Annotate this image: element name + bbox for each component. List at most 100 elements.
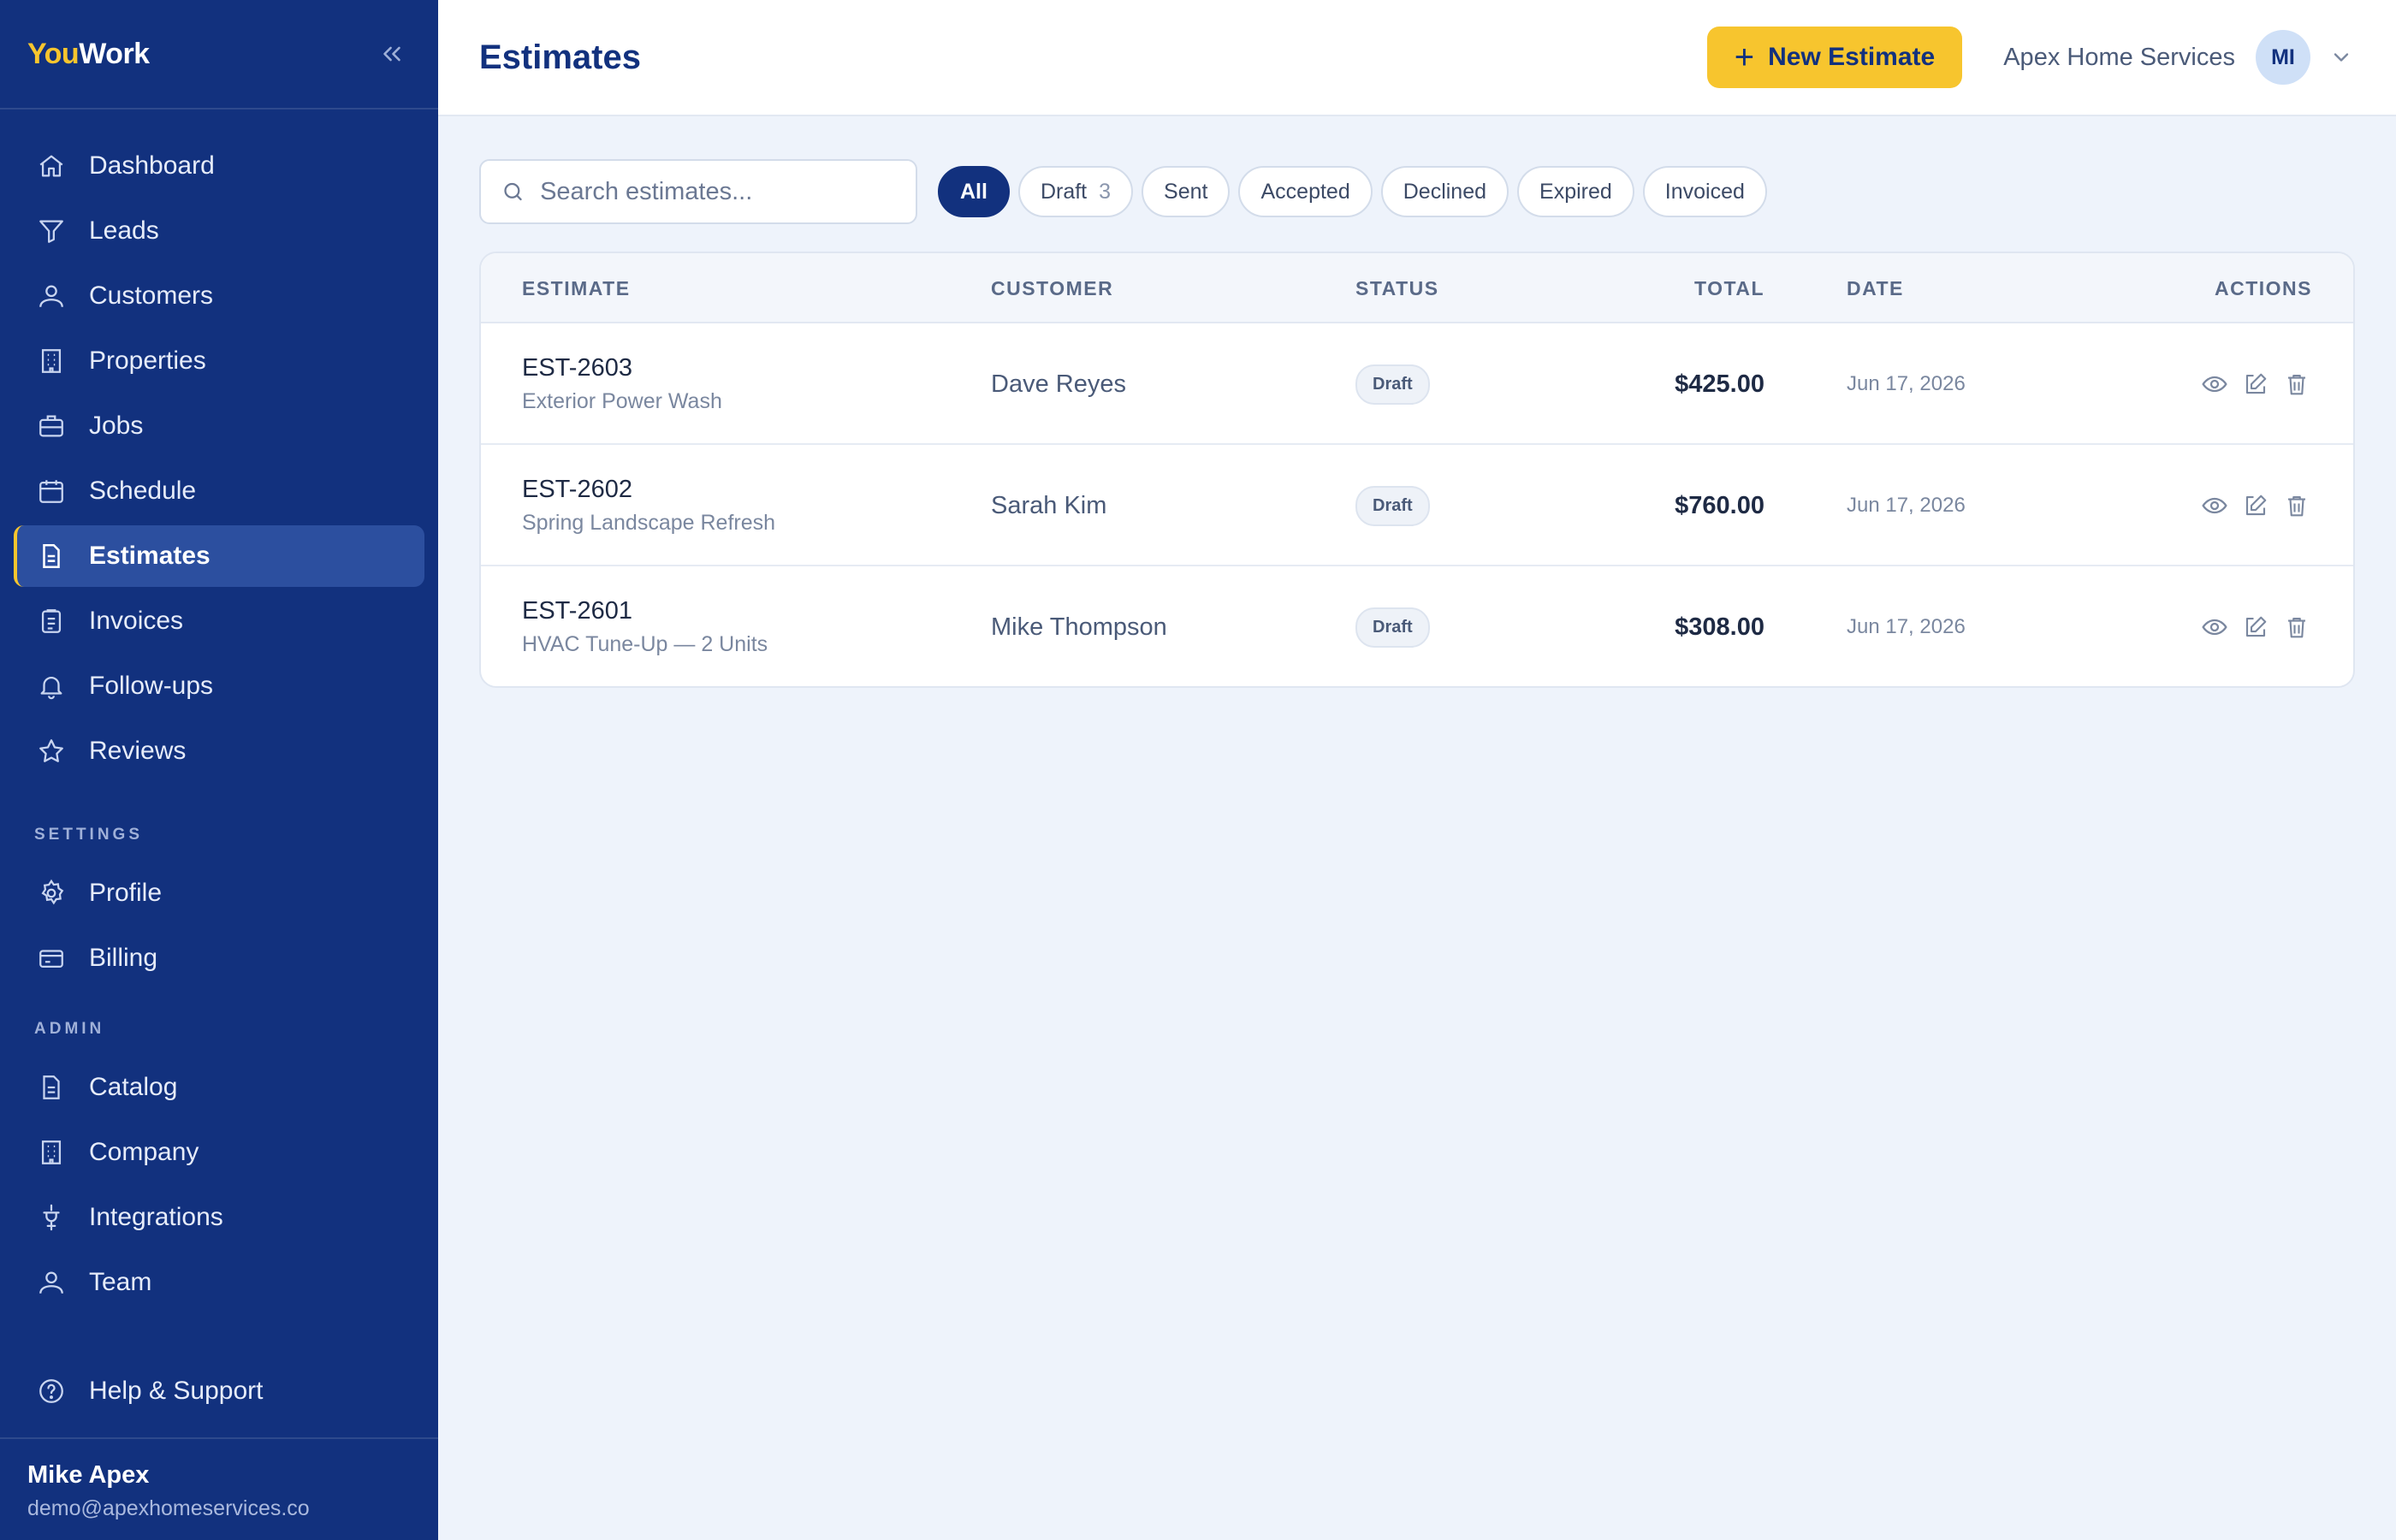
delete-button[interactable] (2281, 490, 2312, 521)
sidebar-item-dashboard[interactable]: Dashboard (14, 135, 424, 197)
estimates-toolbar: All Draft 3 Sent Accepted Declined Expire… (479, 159, 1776, 224)
status-badge: Draft (1355, 485, 1430, 526)
column-header-total[interactable]: TOTAL (1694, 253, 1764, 323)
filter-chip-invoiced[interactable]: Invoiced (1642, 166, 1767, 217)
table-row[interactable]: EST-2602 Spring Landscape Refresh Sarah K… (481, 445, 2353, 566)
filter-chip-draft[interactable]: Draft 3 (1017, 166, 1134, 217)
filter-chip-declined[interactable]: Declined (1380, 166, 1509, 217)
document-icon (34, 539, 68, 573)
estimate-date: Jun 17, 2026 (1847, 494, 1966, 517)
filter-chip-count: 3 (1099, 179, 1112, 204)
sidebar-item-profile[interactable]: Profile (14, 862, 424, 924)
trash-icon (2288, 495, 2305, 517)
trash-icon (2288, 374, 2305, 395)
delete-button[interactable] (2281, 612, 2312, 643)
sidebar-item-integrations[interactable]: Integrations (14, 1187, 424, 1248)
sidebar-item-estimates[interactable]: Estimates (14, 525, 424, 587)
table-header: ESTIMATE CUSTOMER STATUS TOTAL DATE ACTI… (481, 253, 2353, 323)
sidebar-item-team[interactable]: Team (14, 1252, 424, 1313)
eye-icon (2202, 619, 2227, 636)
double-chevron-left-icon (383, 46, 400, 62)
home-icon (34, 149, 68, 183)
filter-chip-expired[interactable]: Expired (1517, 166, 1634, 217)
pencil-square-icon (2245, 373, 2267, 394)
sidebar-item-customers[interactable]: Customers (14, 265, 424, 327)
chevron-down-icon (2334, 53, 2349, 62)
estimate-total: $308.00 (1675, 613, 1764, 641)
account-menu-toggle[interactable] (2328, 44, 2355, 71)
user-icon (34, 1265, 68, 1300)
estimate-total: $760.00 (1675, 491, 1764, 519)
new-estimate-label: New Estimate (1768, 43, 1936, 71)
table-row[interactable]: EST-2601 HVAC Tune-Up — 2 Units Mike Thom… (481, 566, 2353, 686)
delete-button[interactable] (2281, 369, 2312, 400)
user-name: Mike Apex (27, 1461, 150, 1489)
sidebar-item-leads[interactable]: Leads (14, 200, 424, 262)
sidebar-item-label: Leads (89, 216, 159, 245)
brand-row: YouWork (0, 0, 438, 110)
status-badge: Draft (1355, 607, 1430, 648)
plus-icon: + (1734, 38, 1755, 76)
new-estimate-button[interactable]: + New Estimate (1706, 27, 1963, 88)
estimate-date: Jun 17, 2026 (1847, 615, 1966, 638)
current-user[interactable]: Mike Apex demo@apexhomeservices.co (0, 1437, 438, 1540)
search-box[interactable] (479, 159, 917, 224)
estimates-table: ESTIMATE CUSTOMER STATUS TOTAL DATE ACTI… (479, 252, 2355, 688)
top-header: Estimates + New Estimate Apex Home Servi… (438, 0, 2396, 116)
edit-button[interactable] (2240, 612, 2271, 643)
avatar[interactable]: MI (2256, 30, 2310, 85)
sidebar-item-jobs[interactable]: Jobs (14, 395, 424, 457)
section-label-admin: ADMIN (34, 1020, 105, 1038)
sidebar-item-label: Catalog (89, 1073, 178, 1101)
sidebar-item-label: Invoices (89, 607, 184, 635)
document-icon (34, 1070, 68, 1105)
sidebar-item-label: Help & Support (89, 1377, 264, 1405)
filter-chip-all[interactable]: All (938, 166, 1010, 217)
estimate-description: Exterior Power Wash (522, 389, 722, 413)
filter-chip-sent[interactable]: Sent (1142, 166, 1231, 217)
edit-button[interactable] (2240, 490, 2271, 521)
sidebar-item-label: Company (89, 1138, 199, 1166)
filter-chip-label: Draft (1040, 179, 1088, 204)
view-button[interactable] (2199, 490, 2230, 521)
sidebar-item-label: Customers (89, 281, 214, 310)
table-row[interactable]: EST-2603 Exterior Power Wash Dave Reyes D… (481, 323, 2353, 445)
edit-button[interactable] (2240, 369, 2271, 400)
company-name[interactable]: Apex Home Services (2003, 44, 2235, 72)
column-header-customer[interactable]: CUSTOMER (991, 253, 1113, 323)
sidebar-item-schedule[interactable]: Schedule (14, 460, 424, 522)
sidebar-item-company[interactable]: Company (14, 1122, 424, 1183)
estimate-number[interactable]: EST-2602 (522, 476, 775, 504)
estimate-number[interactable]: EST-2601 (522, 597, 768, 625)
sidebar-item-properties[interactable]: Properties (14, 330, 424, 392)
view-button[interactable] (2199, 612, 2230, 643)
sidebar-item-invoices[interactable]: Invoices (14, 590, 424, 652)
sidebar-item-follow-ups[interactable]: Follow-ups (14, 655, 424, 717)
user-email: demo@apexhomeservices.co (27, 1496, 310, 1520)
sidebar-item-catalog[interactable]: Catalog (14, 1057, 424, 1118)
column-header-actions: ACTIONS (2215, 276, 2312, 299)
estimate-number[interactable]: EST-2603 (522, 354, 722, 382)
filter-chip-accepted[interactable]: Accepted (1238, 166, 1373, 217)
column-header-status[interactable]: STATUS (1355, 253, 1439, 323)
logo-part-you: You (27, 37, 80, 70)
sidebar-item-label: Properties (89, 346, 206, 375)
briefcase-icon (34, 409, 68, 443)
sidebar-item-billing[interactable]: Billing (14, 927, 424, 989)
sidebar-item-reviews[interactable]: Reviews (14, 720, 424, 782)
settings-nav: SETTINGS Profile Billing (14, 818, 424, 992)
sidebar-item-label: Estimates (89, 542, 211, 570)
status-badge: Draft (1355, 364, 1430, 405)
column-header-date[interactable]: DATE (1847, 253, 1904, 323)
sidebar-item-help-support[interactable]: Help & Support (14, 1360, 424, 1422)
logo[interactable]: YouWork (27, 38, 150, 71)
sidebar-item-label: Team (89, 1268, 152, 1296)
search-input[interactable] (540, 177, 895, 206)
funnel-icon (34, 214, 68, 248)
column-header-estimate[interactable]: ESTIMATE (522, 253, 631, 323)
pencil-square-icon (2245, 616, 2267, 637)
collapse-sidebar-button[interactable] (373, 35, 411, 73)
filter-chip-label: Accepted (1260, 179, 1350, 204)
eye-icon (2202, 376, 2227, 393)
view-button[interactable] (2199, 369, 2230, 400)
